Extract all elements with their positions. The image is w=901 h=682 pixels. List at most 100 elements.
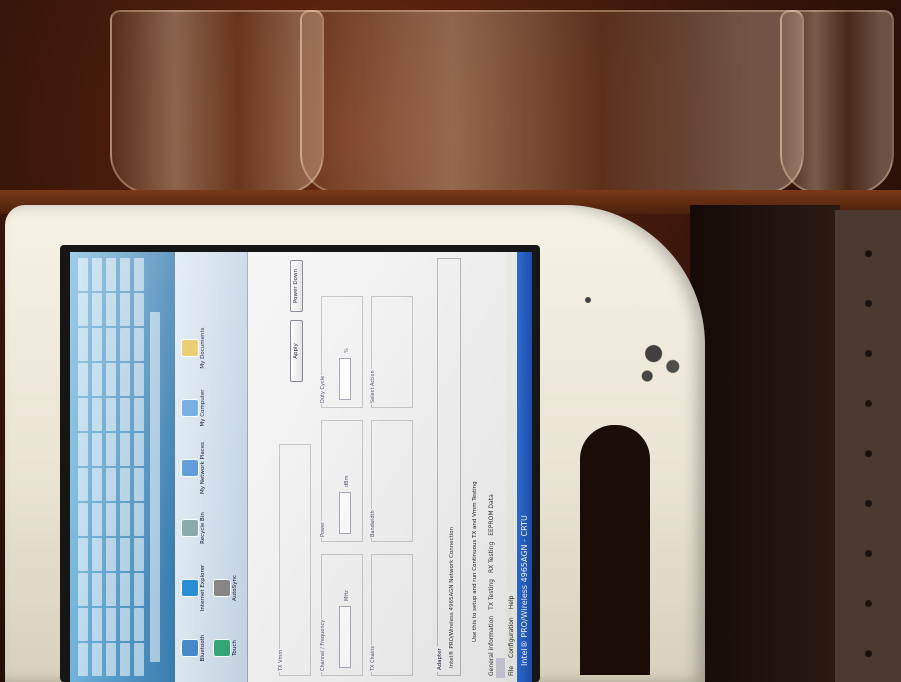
key[interactable]: [92, 363, 102, 396]
key[interactable]: [120, 538, 130, 571]
key[interactable]: [78, 398, 88, 431]
key[interactable]: [134, 573, 144, 606]
key[interactable]: [78, 538, 88, 571]
desktop-icon-label: Internet Explorer: [200, 564, 206, 612]
key[interactable]: [120, 433, 130, 466]
key[interactable]: [78, 328, 88, 361]
keyboard-row: [106, 258, 116, 676]
bandwidth-label: Bandwidth: [370, 509, 376, 538]
desktop-icon[interactable]: My Documents: [175, 318, 247, 378]
key[interactable]: [120, 258, 130, 291]
key[interactable]: [134, 293, 144, 326]
on-screen-keyboard[interactable]: [70, 252, 175, 682]
key[interactable]: [106, 503, 116, 536]
key[interactable]: [78, 363, 88, 396]
key[interactable]: [92, 503, 102, 536]
key[interactable]: [120, 328, 130, 361]
desktop-icon[interactable]: My Network Places: [175, 438, 247, 498]
keyboard-row: [120, 258, 130, 676]
key[interactable]: [78, 258, 88, 291]
key[interactable]: [106, 573, 116, 606]
channel-field[interactable]: [339, 606, 351, 668]
key[interactable]: [92, 293, 102, 326]
key[interactable]: [106, 258, 116, 291]
key[interactable]: [120, 468, 130, 501]
key[interactable]: [78, 293, 88, 326]
key[interactable]: [120, 643, 130, 676]
tablet-handle-opening: [580, 425, 650, 675]
key[interactable]: [92, 538, 102, 571]
key[interactable]: [120, 573, 130, 606]
key[interactable]: [78, 608, 88, 641]
key[interactable]: [92, 433, 102, 466]
desktop-icon-label: My Computer: [200, 389, 206, 427]
key[interactable]: [106, 363, 116, 396]
key[interactable]: [120, 293, 130, 326]
glass-jar-left: [110, 10, 324, 194]
key[interactable]: [134, 503, 144, 536]
key[interactable]: [92, 328, 102, 361]
desktop-icon[interactable]: Recycle Bin: [175, 498, 247, 558]
key[interactable]: [106, 608, 116, 641]
menu-help[interactable]: Help: [508, 596, 515, 610]
key[interactable]: [134, 433, 144, 466]
adapter-value: Intel® PRO/Wireless 4965AGN Network Conn…: [449, 526, 455, 668]
recycle-bin-icon: [181, 519, 199, 537]
internet-explorer-icon: [181, 579, 199, 597]
key[interactable]: [92, 573, 102, 606]
desktop-icon[interactable]: Internet Explorer AutoSync: [175, 558, 247, 618]
desktop-icon[interactable]: Bluetooth Touch: [175, 618, 247, 678]
key[interactable]: [92, 608, 102, 641]
key[interactable]: [120, 608, 130, 641]
key[interactable]: [78, 503, 88, 536]
key[interactable]: [134, 258, 144, 291]
menu-file[interactable]: File: [508, 666, 515, 676]
key[interactable]: [78, 468, 88, 501]
duty-cycle-field[interactable]: [339, 358, 351, 400]
tab-tx-testing[interactable]: TX Testing: [488, 579, 495, 610]
space-key[interactable]: [150, 312, 160, 662]
key[interactable]: [106, 538, 116, 571]
key[interactable]: [134, 398, 144, 431]
keyboard-row: [78, 258, 88, 676]
key[interactable]: [78, 643, 88, 676]
power-field[interactable]: [339, 492, 351, 534]
desktop-icon-label: Recycle Bin: [200, 512, 206, 544]
key[interactable]: [134, 643, 144, 676]
key[interactable]: [78, 573, 88, 606]
key[interactable]: [134, 363, 144, 396]
key[interactable]: [92, 468, 102, 501]
window-titlebar[interactable]: Intel® PRO/Wireless 4965AGN - CRTU: [517, 252, 532, 682]
key[interactable]: [134, 538, 144, 571]
key[interactable]: [134, 328, 144, 361]
key[interactable]: [134, 608, 144, 641]
tab-rx-testing[interactable]: RX Testing: [488, 542, 495, 573]
key[interactable]: [106, 328, 116, 361]
tab-eeprom-data[interactable]: EEPROM Data: [488, 494, 495, 536]
power-down-button[interactable]: Power Down: [290, 260, 303, 312]
key[interactable]: [106, 398, 116, 431]
keyboard-row: [134, 258, 144, 676]
key[interactable]: [120, 503, 130, 536]
key[interactable]: [106, 293, 116, 326]
menu-configuration[interactable]: Configuration: [508, 617, 515, 658]
key[interactable]: [106, 433, 116, 466]
tab-general-information[interactable]: General information: [488, 616, 495, 676]
key[interactable]: [134, 468, 144, 501]
desktop-icon-label: My Network Places: [200, 442, 206, 494]
key[interactable]: [106, 468, 116, 501]
dark-background-right: [690, 205, 840, 682]
desktop-icon[interactable]: My Computer: [175, 378, 247, 438]
key[interactable]: [120, 363, 130, 396]
peg-hole: [865, 650, 872, 657]
pegboard: [835, 210, 901, 682]
key[interactable]: [92, 398, 102, 431]
desktop-icon-label: Touch: [231, 640, 238, 656]
toolbar-help-icons[interactable]: [496, 658, 505, 678]
key[interactable]: [92, 258, 102, 291]
key[interactable]: [92, 643, 102, 676]
key[interactable]: [120, 398, 130, 431]
apply-button[interactable]: Apply: [290, 320, 303, 382]
key[interactable]: [106, 643, 116, 676]
key[interactable]: [78, 433, 88, 466]
